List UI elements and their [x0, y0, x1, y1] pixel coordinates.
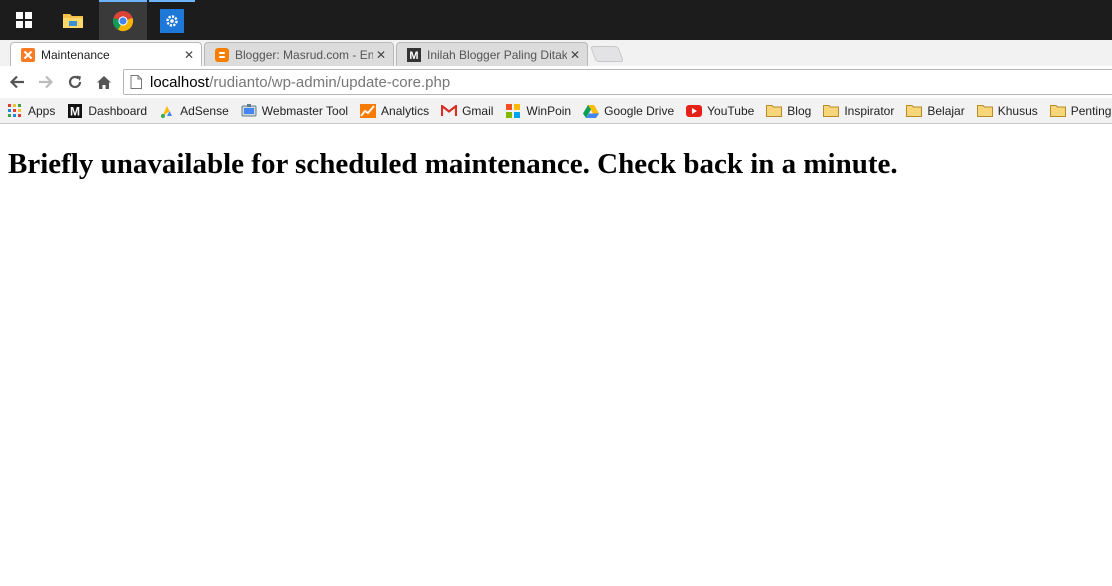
settings-gear-icon[interactable]: [149, 0, 195, 40]
bookmark-folder-penting[interactable]: Penting: [1049, 103, 1112, 118]
bookmark-folder-belajar[interactable]: Belajar: [906, 103, 965, 118]
bookmark-label: Khusus: [997, 103, 1038, 118]
windows-taskbar: [0, 0, 1112, 40]
tab-blogger[interactable]: Blogger: Masrud.com - En ✕: [204, 42, 394, 66]
bookmark-label: YouTube: [707, 103, 755, 118]
browser-toolbar: localhost/rudianto/wp-admin/update-core.…: [0, 66, 1112, 98]
tab-medium-article[interactable]: M Inilah Blogger Paling Ditak ✕: [396, 42, 588, 66]
bookmark-folder-inspirator[interactable]: Inspirator: [823, 104, 894, 118]
folder-icon: [823, 104, 840, 118]
windows-start-icon[interactable]: [0, 0, 48, 40]
back-arrow-icon[interactable]: [7, 73, 27, 91]
gmail-icon: [441, 104, 458, 118]
home-icon[interactable]: [94, 73, 114, 91]
google-drive-icon: [583, 104, 600, 118]
analytics-icon: [360, 103, 377, 118]
bookmark-label: AdSense: [180, 103, 229, 118]
bookmark-label: Gmail: [462, 103, 494, 118]
url-host: localhost: [150, 73, 210, 91]
bookmark-label: Webmaster Tool: [261, 103, 349, 118]
tab-title: Inilah Blogger Paling Ditak: [427, 47, 567, 62]
folder-icon: [976, 104, 993, 118]
bookmark-label: WinPoin: [526, 103, 572, 118]
tab-strip: Maintenance ✕ Blogger: Masrud.com - En ✕…: [0, 40, 1112, 66]
bookmark-label: Inspirator: [844, 103, 895, 118]
reload-icon[interactable]: [65, 73, 85, 91]
bookmark-label: Blog: [787, 103, 812, 118]
xampp-icon: [21, 47, 35, 62]
webmaster-icon: [241, 103, 257, 118]
folder-icon: [1049, 104, 1066, 118]
bookmark-apps[interactable]: Apps: [7, 103, 56, 118]
bookmark-webmaster-tool[interactable]: Webmaster Tool: [241, 103, 349, 118]
chrome-taskbar-icon[interactable]: [99, 0, 147, 40]
bookmark-adsense[interactable]: AdSense: [159, 104, 229, 118]
blogger-icon: [215, 47, 229, 62]
address-bar[interactable]: localhost/rudianto/wp-admin/update-core.…: [123, 69, 1112, 95]
svg-text:M: M: [70, 104, 80, 118]
svg-text:M: M: [409, 50, 418, 62]
medium-icon: M: [407, 47, 421, 62]
winpoin-icon: [505, 103, 521, 118]
bookmark-label: Google Drive: [604, 103, 675, 118]
bookmark-youtube[interactable]: YouTube: [686, 104, 754, 118]
close-tab-icon[interactable]: ✕: [373, 48, 389, 62]
bookmark-dashboard[interactable]: M Dashboard: [67, 103, 148, 118]
url-path: /rudianto/wp-admin/update-core.php: [209, 73, 451, 91]
forward-arrow-icon[interactable]: [36, 73, 56, 91]
folder-icon: [766, 104, 783, 118]
youtube-icon: [686, 104, 703, 118]
bookmark-winpoin[interactable]: WinPoin: [505, 103, 572, 118]
tab-title: Maintenance: [41, 47, 110, 62]
bookmark-gmail[interactable]: Gmail: [441, 104, 493, 118]
bookmarks-bar: Apps M Dashboard AdSense Webmaster Tool …: [0, 98, 1112, 124]
apps-grid-icon: [7, 103, 23, 118]
maintenance-message: Briefly unavailable for scheduled mainte…: [8, 148, 898, 180]
bookmark-label: Analytics: [381, 103, 430, 118]
new-tab-button[interactable]: [590, 46, 624, 62]
bookmark-analytics[interactable]: Analytics: [360, 103, 430, 118]
close-tab-icon[interactable]: ✕: [567, 48, 583, 62]
tab-maintenance[interactable]: Maintenance ✕: [10, 42, 202, 66]
bookmark-label: Apps: [28, 103, 56, 118]
medium-icon: M: [67, 103, 83, 118]
page-icon: [130, 75, 142, 89]
adsense-icon: [159, 104, 175, 118]
bookmark-folder-khusus[interactable]: Khusus: [976, 103, 1038, 118]
bookmark-google-drive[interactable]: Google Drive: [583, 104, 674, 118]
bookmark-label: Dashboard: [88, 103, 148, 118]
close-tab-icon[interactable]: ✕: [181, 48, 197, 62]
bookmark-label: Penting: [1070, 103, 1112, 118]
bookmark-label: Belajar: [927, 103, 965, 118]
page-content: Briefly unavailable for scheduled mainte…: [0, 125, 1112, 586]
bookmark-folder-blog[interactable]: Blog: [766, 104, 811, 118]
tab-title: Blogger: Masrud.com - En: [235, 47, 373, 62]
file-explorer-icon[interactable]: [49, 0, 97, 40]
folder-icon: [906, 104, 923, 118]
